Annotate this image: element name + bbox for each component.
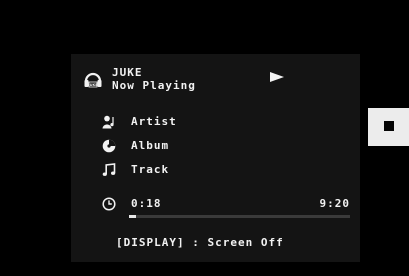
album-icon (102, 139, 116, 153)
stop-icon (384, 121, 394, 131)
stop-button[interactable] (368, 108, 409, 146)
progress-fill (129, 215, 137, 218)
play-icon (270, 72, 284, 82)
artist-icon (102, 115, 114, 129)
progress-bar (129, 215, 350, 218)
display-hint: [DISPLAY] : Screen Off (116, 236, 284, 249)
svg-text:JUKE: JUKE (87, 83, 98, 87)
now-playing-screen: JUKE JUKE Now Playing Artist Album Track… (71, 54, 360, 262)
total-time: 9:20 (319, 197, 350, 210)
artist-label: Artist (131, 115, 177, 128)
juke-headphones-icon: JUKE (84, 72, 102, 88)
album-label: Album (131, 139, 170, 152)
playback-status: Now Playing (112, 79, 196, 92)
elapsed-time: 0:18 (131, 197, 162, 210)
source-name: JUKE (112, 66, 143, 79)
track-label: Track (131, 163, 170, 176)
music-note-icon (102, 163, 116, 176)
clock-icon (102, 197, 116, 211)
